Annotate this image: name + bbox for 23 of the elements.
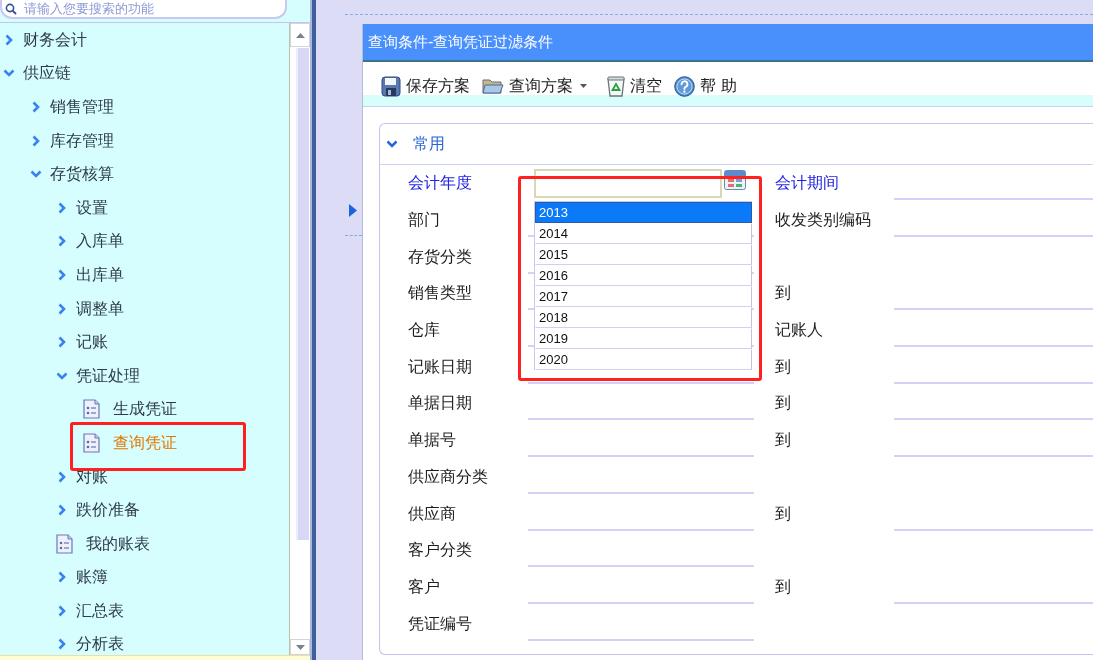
field-label: 到 — [775, 283, 791, 304]
field-label: 到 — [775, 430, 791, 451]
field-label: 单据号 — [408, 430, 456, 451]
field-label: 收发类别编码 — [775, 210, 871, 231]
field-label: 销售类型 — [408, 283, 472, 304]
dialog-title: 查询条件-查询凭证过滤条件 — [363, 24, 1093, 62]
field-label: 客户 — [408, 576, 440, 597]
field-label: 记账人 — [775, 320, 823, 341]
field-label: 部门 — [408, 210, 440, 231]
field-label: 会计期间 — [775, 173, 839, 194]
field-label: 到 — [775, 356, 791, 377]
field-label: 记账日期 — [408, 356, 472, 377]
field-label: 凭证编号 — [408, 613, 472, 634]
field-label: 到 — [775, 393, 791, 414]
field-label: 供应商分类 — [408, 466, 488, 487]
field-label: 会计年度 — [408, 173, 472, 194]
field-label: 仓库 — [408, 320, 440, 341]
field-label: 到 — [775, 576, 791, 597]
field-label: 到 — [775, 503, 791, 524]
field-label: 存货分类 — [408, 246, 472, 267]
field-label: 客户分类 — [408, 540, 472, 561]
field-label: 单据日期 — [408, 393, 472, 414]
field-label: 供应商 — [408, 503, 456, 524]
